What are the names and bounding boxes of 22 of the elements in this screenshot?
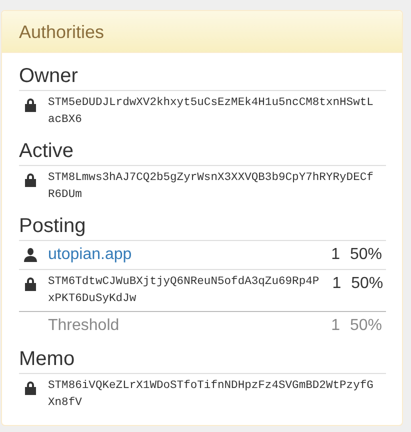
lock-icon (23, 97, 38, 112)
public-key: STM6TdtwCJWuBXjtjyQ6NReuN5ofdA3qZu69Rp4PxPKT6DuSyKdJw (48, 274, 320, 308)
weight-percent: 50% (348, 245, 382, 265)
threshold-weight: 1 (330, 316, 340, 336)
account-link[interactable]: utopian.app (48, 244, 318, 266)
lock-icon (23, 380, 38, 395)
section-title: Posting (19, 214, 87, 238)
weight: 1 (330, 245, 340, 265)
weight-percent: 50% (350, 274, 384, 294)
user-icon (23, 247, 38, 262)
lock-icon (23, 172, 38, 187)
public-key: STM86iVQKeZLrX1WDoSTfoTifnNDHpzFz4SVGmBD2WtPzyfGXn8fV (48, 378, 375, 412)
lock-icon (23, 276, 38, 291)
section-title: Owner (19, 64, 79, 88)
public-key: STM5eDUDJLrdwXV2khxyt5uCsEzMEk4H1u5ncCM8txnHSwtLacBX6 (48, 95, 375, 129)
section-title: Memo (19, 347, 76, 371)
weight: 1 (331, 274, 342, 294)
section-title: Active (19, 139, 74, 163)
public-key: STM8Lmws3hAJ7CQ2b5gZyrWsnX3XXVQB3b9CpY7hRYRyDECfR6DUm (48, 170, 375, 204)
threshold-label: Threshold (48, 316, 120, 336)
threshold-percent: 50% (348, 316, 382, 336)
panel-title: Authorities (19, 21, 106, 43)
